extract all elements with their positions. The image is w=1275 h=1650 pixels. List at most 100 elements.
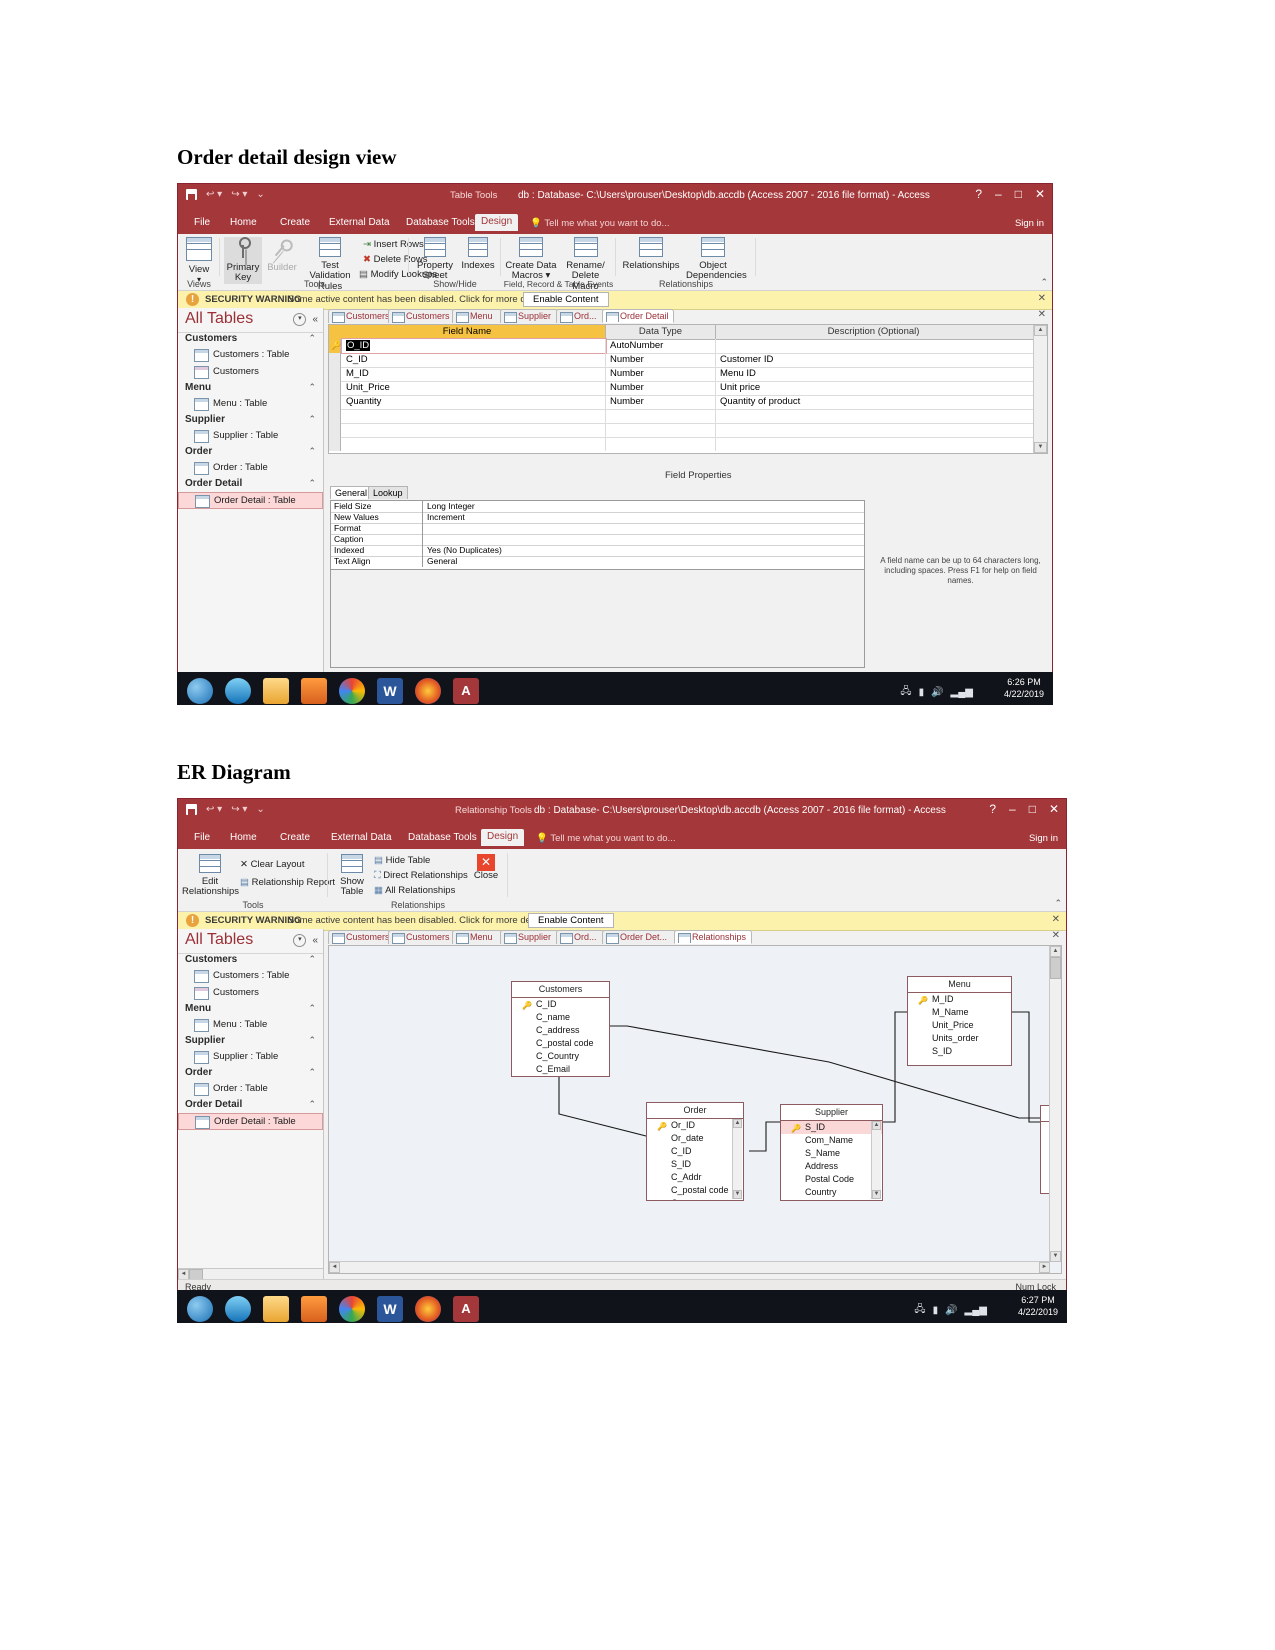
minimize-icon[interactable]: –: [1009, 803, 1016, 815]
internet-explorer-icon[interactable]: [225, 1296, 251, 1322]
nav-group-supplier[interactable]: Supplier ⌃: [178, 413, 323, 428]
row-selector[interactable]: [329, 353, 341, 367]
clock[interactable]: 6:27 PM 4/22/2019: [1018, 1294, 1058, 1318]
scroll-down-icon[interactable]: ▼: [733, 1190, 742, 1199]
nav-group-menu[interactable]: Menu ⌃: [178, 1002, 323, 1017]
access-icon[interactable]: A: [453, 1296, 479, 1322]
row-selector[interactable]: [329, 381, 341, 395]
cell-description[interactable]: Quantity of product: [716, 395, 1031, 409]
er-field[interactable]: C_country: [647, 1197, 743, 1200]
clock[interactable]: 6:26 PM 4/22/2019: [1004, 676, 1044, 700]
all-relationships-button[interactable]: ▦ All Relationships: [374, 885, 455, 896]
builder-button[interactable]: Builder: [264, 237, 300, 273]
er-table-customers[interactable]: Customers 🔑 C_ID C_name C_address C_posta…: [511, 981, 610, 1077]
er-field[interactable]: C_postal code: [512, 1037, 609, 1050]
file-explorer-icon[interactable]: [263, 1296, 289, 1322]
ribbon-tab-file[interactable]: File: [188, 830, 216, 845]
doc-tab-order-detail[interactable]: Order Det...: [602, 930, 676, 944]
battery-icon[interactable]: ▮: [919, 687, 925, 698]
ribbon-tab-create[interactable]: Create: [274, 830, 316, 845]
access-icon[interactable]: A: [453, 678, 479, 704]
chevron-up-icon[interactable]: ⌃: [308, 414, 316, 425]
cell-field-name[interactable]: Unit_Price: [342, 381, 606, 395]
er-field[interactable]: 🔑 S_ID: [781, 1121, 882, 1134]
er-field[interactable]: Units_order: [908, 1032, 1011, 1045]
close-warning-icon[interactable]: ✕: [1052, 914, 1060, 925]
redo-icon[interactable]: ↪ ▾: [231, 804, 247, 815]
ribbon-tab-file[interactable]: File: [188, 215, 216, 230]
battery-icon[interactable]: ▮: [933, 1305, 939, 1316]
collapse-ribbon-icon[interactable]: ⌃: [1040, 277, 1048, 288]
scroll-up-icon[interactable]: ▲: [872, 1121, 881, 1130]
cell-data-type[interactable]: Number: [606, 353, 716, 367]
hide-table-button[interactable]: ▤ Hide Table: [374, 855, 430, 866]
table-row[interactable]: M_ID Number Menu ID: [329, 367, 1047, 382]
document-tab-bar[interactable]: Customers Customers Menu Supplier Ord...…: [328, 309, 1048, 324]
windows-taskbar-2[interactable]: W A 🖧 ▮ 🔊 ▂▄▆ 6:27 PM 4/22/2019: [177, 1290, 1067, 1323]
doc-tab-supplier[interactable]: Supplier: [500, 309, 558, 323]
sidebar-item-supplier-table[interactable]: Supplier : Table: [178, 428, 323, 445]
cell-data-type[interactable]: Number: [606, 395, 716, 409]
column-header-data-type[interactable]: Data Type: [606, 325, 716, 339]
volume-icon[interactable]: 🔊: [931, 687, 943, 698]
network-icon[interactable]: 🖧: [914, 1302, 925, 1319]
property-value[interactable]: [424, 534, 864, 545]
word-icon[interactable]: W: [377, 678, 403, 704]
chevron-up-icon[interactable]: ⌃: [308, 954, 316, 965]
edit-relationships-button[interactable]: Edit Relationships: [182, 854, 239, 898]
collapse-pane-icon[interactable]: «: [312, 935, 318, 946]
er-table-scrollbar[interactable]: ▲ ▼: [871, 1121, 881, 1199]
chevron-up-icon[interactable]: ⌃: [308, 446, 316, 457]
chrome-icon[interactable]: [339, 1296, 365, 1322]
media-player-icon[interactable]: [301, 1296, 327, 1322]
doc-tab-order[interactable]: Ord...: [556, 309, 604, 323]
direct-relationships-button[interactable]: ⛶ Direct Relationships: [374, 870, 468, 881]
chevron-up-icon[interactable]: ⌃: [308, 1067, 316, 1078]
network-icon[interactable]: 🖧: [900, 684, 911, 701]
cell-field-name[interactable]: Quantity: [342, 395, 606, 409]
nav-group-order-detail[interactable]: Order Detail ⌃: [178, 477, 323, 492]
chevron-up-icon[interactable]: ⌃: [308, 1035, 316, 1046]
customize-qat-icon[interactable]: ⌄: [256, 189, 264, 200]
sign-in-link[interactable]: Sign in: [1015, 218, 1044, 229]
chevron-up-icon[interactable]: ⌃: [308, 1003, 316, 1014]
doc-tab-order-detail[interactable]: Order Detail: [602, 309, 674, 323]
enable-content-button[interactable]: Enable Content: [523, 292, 609, 307]
chevron-up-icon[interactable]: ⌃: [308, 382, 316, 393]
er-field[interactable]: C_Email: [512, 1063, 609, 1076]
start-icon[interactable]: [187, 678, 213, 704]
er-field[interactable]: S_ID: [908, 1045, 1011, 1058]
ribbon-tab-database-tools[interactable]: Database Tools: [402, 830, 483, 845]
cell-data-type[interactable]: [606, 409, 716, 423]
er-field[interactable]: C_postal code: [647, 1184, 743, 1197]
collapse-ribbon-icon[interactable]: ⌃: [1054, 898, 1062, 909]
scroll-down-icon[interactable]: ▼: [872, 1190, 881, 1199]
er-table-scrollbar[interactable]: ▲ ▼: [732, 1119, 742, 1199]
er-field[interactable]: Or_date: [647, 1132, 743, 1145]
navigation-menu-icon[interactable]: ▾: [293, 313, 307, 326]
tab-lookup[interactable]: Lookup: [368, 486, 408, 499]
cell-field-name[interactable]: [342, 409, 606, 423]
signal-icon[interactable]: ▂▄▆: [951, 687, 973, 698]
cell-description[interactable]: Unit price: [716, 381, 1031, 395]
scroll-up-icon[interactable]: ▲: [733, 1119, 742, 1128]
save-icon[interactable]: [186, 189, 197, 200]
scroll-down-icon[interactable]: ▼: [1034, 442, 1047, 453]
nav-group-customers[interactable]: Customers ⌃: [178, 332, 323, 347]
grid-vertical-scrollbar[interactable]: ▲ ▼: [1033, 325, 1047, 453]
property-sheet-button[interactable]: Property Sheet: [413, 237, 457, 282]
er-field[interactable]: C_name: [512, 1011, 609, 1024]
show-table-button[interactable]: Show Table: [332, 854, 372, 898]
sidebar-item-order-table[interactable]: Order : Table: [178, 1081, 323, 1098]
close-document-icon[interactable]: ✕: [1038, 309, 1046, 320]
cell-data-type[interactable]: Number: [606, 381, 716, 395]
er-table-supplier[interactable]: Supplier 🔑 S_ID Com_Name S_Name Address P…: [780, 1104, 883, 1201]
tell-me-search[interactable]: 💡 Tell me what you want to do...: [536, 833, 675, 844]
doc-tab-customers-1[interactable]: Customers: [328, 930, 390, 944]
close-document-icon[interactable]: ✕: [1052, 930, 1060, 941]
cell-description[interactable]: Menu ID: [716, 367, 1031, 381]
ribbon-tab-external-data[interactable]: External Data: [323, 215, 396, 230]
er-field[interactable]: 🔑 C_ID: [512, 998, 609, 1011]
row-selector[interactable]: [329, 409, 341, 423]
close-warning-icon[interactable]: ✕: [1038, 293, 1046, 304]
